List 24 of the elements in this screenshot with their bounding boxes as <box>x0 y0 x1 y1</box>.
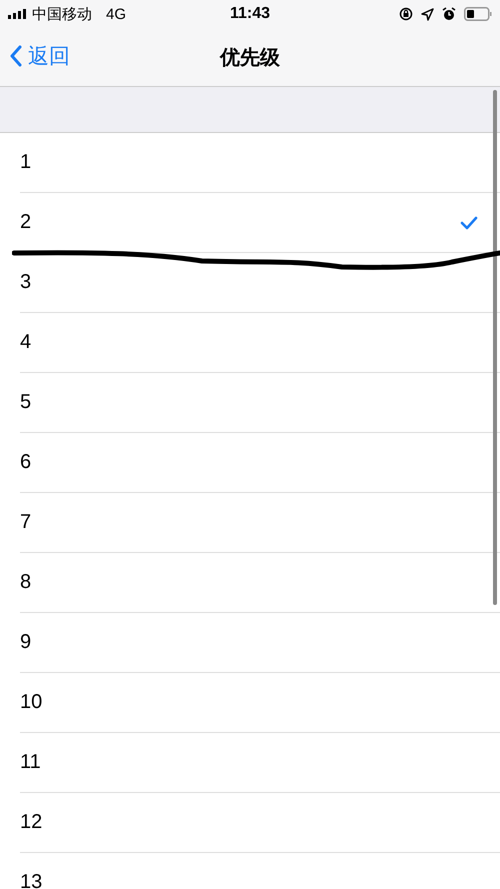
rotation-lock-icon <box>398 7 413 21</box>
option-label[interactable]: 12 <box>20 811 42 834</box>
signal-icon <box>8 9 28 19</box>
option-label[interactable]: 5 <box>20 391 32 414</box>
option-label[interactable]: 10 <box>20 691 42 714</box>
option-label[interactable]: 2 <box>20 211 32 234</box>
battery-icon <box>464 7 492 21</box>
clock-time: 11:43 <box>230 5 270 23</box>
alarm-clock-icon <box>442 7 456 21</box>
carrier-name: 中国移动 <box>32 4 92 24</box>
back-chevron-icon <box>10 45 22 67</box>
option-label[interactable]: 6 <box>20 451 32 474</box>
option-label[interactable]: 9 <box>20 631 32 654</box>
option-label[interactable]: 11 <box>20 751 41 774</box>
option-label[interactable]: 4 <box>20 331 32 354</box>
option-label[interactable]: 13 <box>20 871 42 889</box>
option-label[interactable]: 3 <box>20 271 32 294</box>
page-title: 优先级 <box>220 46 280 70</box>
option-label[interactable]: 8 <box>20 571 32 594</box>
back-button[interactable]: 返回 <box>10 42 70 70</box>
option-label[interactable]: 1 <box>20 151 32 174</box>
network-type: 4G <box>106 6 126 22</box>
location-arrow-icon <box>420 8 434 20</box>
option-label[interactable]: 7 <box>20 511 32 534</box>
